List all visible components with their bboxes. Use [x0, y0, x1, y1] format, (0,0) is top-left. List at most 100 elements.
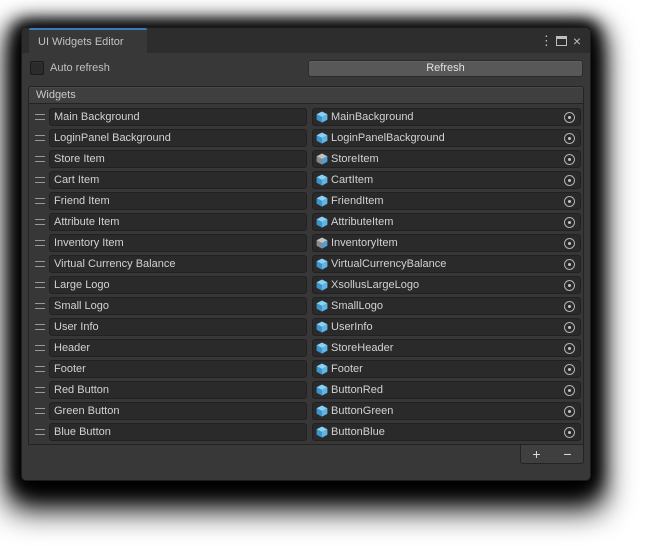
- drag-handle-icon[interactable]: [31, 261, 49, 267]
- widget-name-input[interactable]: [49, 402, 307, 420]
- drag-handle-icon[interactable]: [31, 429, 49, 435]
- prefab-cube-icon: [316, 174, 328, 186]
- drag-handle-icon[interactable]: [31, 324, 49, 330]
- drag-handle-icon[interactable]: [31, 303, 49, 309]
- drag-handle-icon[interactable]: [31, 408, 49, 414]
- drag-handle-icon[interactable]: [31, 156, 49, 162]
- widget-object-field[interactable]: StoreItem: [312, 150, 581, 168]
- tab-title: UI Widgets Editor: [38, 36, 124, 48]
- widget-object-field[interactable]: ButtonBlue: [312, 423, 581, 441]
- object-picker-icon[interactable]: [564, 259, 575, 270]
- drag-handle-icon[interactable]: [31, 387, 49, 393]
- object-picker-icon[interactable]: [564, 175, 575, 186]
- widget-object-name: AttributeItem: [331, 216, 564, 228]
- widget-object-field[interactable]: AttributeItem: [312, 213, 581, 231]
- widget-name-input[interactable]: [49, 234, 307, 252]
- widget-row: LoginPanelBackground: [31, 129, 581, 147]
- widget-name-input[interactable]: [49, 192, 307, 210]
- drag-handle-icon[interactable]: [31, 282, 49, 288]
- widget-name-input[interactable]: [49, 171, 307, 189]
- widget-row: InventoryItem: [31, 234, 581, 252]
- refresh-button[interactable]: Refresh: [308, 60, 583, 77]
- widget-object-field[interactable]: XsollusLargeLogo: [312, 276, 581, 294]
- prefab-cube-icon: [316, 258, 328, 270]
- widget-row: MainBackground: [31, 108, 581, 126]
- widget-object-name: CartItem: [331, 174, 564, 186]
- widget-object-name: Footer: [331, 363, 564, 375]
- widget-name-input[interactable]: [49, 129, 307, 147]
- widgets-list-header: Widgets: [28, 86, 584, 104]
- widget-name-input[interactable]: [49, 213, 307, 231]
- widget-name-input[interactable]: [49, 150, 307, 168]
- widget-object-field[interactable]: UserInfo: [312, 318, 581, 336]
- window-menu-icon[interactable]: ⋮: [540, 34, 550, 47]
- widget-object-field[interactable]: CartItem: [312, 171, 581, 189]
- object-picker-icon[interactable]: [564, 238, 575, 249]
- widget-object-field[interactable]: VirtualCurrencyBalance: [312, 255, 581, 273]
- object-picker-icon[interactable]: [564, 385, 575, 396]
- add-widget-button[interactable]: +: [525, 446, 549, 462]
- widget-object-field[interactable]: FriendItem: [312, 192, 581, 210]
- widget-name-input[interactable]: [49, 276, 307, 294]
- drag-handle-icon[interactable]: [31, 219, 49, 225]
- object-picker-icon[interactable]: [564, 343, 575, 354]
- object-picker-icon[interactable]: [564, 406, 575, 417]
- widget-object-name: StoreItem: [331, 153, 564, 165]
- widget-object-name: MainBackground: [331, 111, 564, 123]
- widgets-list-footer: + −: [520, 445, 584, 464]
- toolbar: Auto refresh Refresh: [30, 59, 583, 77]
- widget-object-field[interactable]: StoreHeader: [312, 339, 581, 357]
- drag-handle-icon[interactable]: [31, 240, 49, 246]
- maximize-icon[interactable]: [556, 36, 567, 46]
- object-picker-icon[interactable]: [564, 196, 575, 207]
- widget-name-input[interactable]: [49, 360, 307, 378]
- object-picker-icon[interactable]: [564, 322, 575, 333]
- widget-name-input[interactable]: [49, 339, 307, 357]
- widget-row: XsollusLargeLogo: [31, 276, 581, 294]
- object-picker-icon[interactable]: [564, 364, 575, 375]
- drag-handle-icon[interactable]: [31, 114, 49, 120]
- widget-row: Footer: [31, 360, 581, 378]
- object-picker-icon[interactable]: [564, 427, 575, 438]
- prefab-cube-icon: [316, 300, 328, 312]
- object-picker-icon[interactable]: [564, 217, 575, 228]
- prefab-cube-icon: [316, 426, 328, 438]
- widget-name-input[interactable]: [49, 318, 307, 336]
- widget-object-name: InventoryItem: [331, 237, 564, 249]
- object-picker-icon[interactable]: [564, 133, 575, 144]
- widget-name-input[interactable]: [49, 297, 307, 315]
- close-icon[interactable]: ×: [573, 34, 581, 48]
- drag-handle-icon[interactable]: [31, 177, 49, 183]
- object-picker-icon[interactable]: [564, 154, 575, 165]
- widget-name-input[interactable]: [49, 108, 307, 126]
- auto-refresh-checkbox[interactable]: [30, 61, 44, 75]
- widget-row: CartItem: [31, 171, 581, 189]
- remove-widget-button[interactable]: −: [556, 446, 580, 462]
- object-picker-icon[interactable]: [564, 280, 575, 291]
- widget-row: ButtonRed: [31, 381, 581, 399]
- widget-object-name: VirtualCurrencyBalance: [331, 258, 564, 270]
- widget-object-field[interactable]: ButtonGreen: [312, 402, 581, 420]
- widget-object-field[interactable]: MainBackground: [312, 108, 581, 126]
- gameobject-cube-icon: [316, 153, 328, 165]
- object-picker-icon[interactable]: [564, 112, 575, 123]
- widget-object-field[interactable]: LoginPanelBackground: [312, 129, 581, 147]
- prefab-cube-icon: [316, 132, 328, 144]
- prefab-cube-icon: [316, 363, 328, 375]
- widget-object-field[interactable]: SmallLogo: [312, 297, 581, 315]
- widget-object-field[interactable]: InventoryItem: [312, 234, 581, 252]
- drag-handle-icon[interactable]: [31, 135, 49, 141]
- object-picker-icon[interactable]: [564, 301, 575, 312]
- widget-object-name: ButtonGreen: [331, 405, 564, 417]
- widget-name-input[interactable]: [49, 423, 307, 441]
- widget-object-field[interactable]: ButtonRed: [312, 381, 581, 399]
- widget-name-input[interactable]: [49, 255, 307, 273]
- widget-object-field[interactable]: Footer: [312, 360, 581, 378]
- titlebar: UI Widgets Editor ⋮ ×: [22, 28, 590, 53]
- drag-handle-icon[interactable]: [31, 345, 49, 351]
- prefab-cube-icon: [316, 321, 328, 333]
- tab-ui-widgets-editor[interactable]: UI Widgets Editor: [29, 28, 147, 53]
- drag-handle-icon[interactable]: [31, 366, 49, 372]
- widget-name-input[interactable]: [49, 381, 307, 399]
- drag-handle-icon[interactable]: [31, 198, 49, 204]
